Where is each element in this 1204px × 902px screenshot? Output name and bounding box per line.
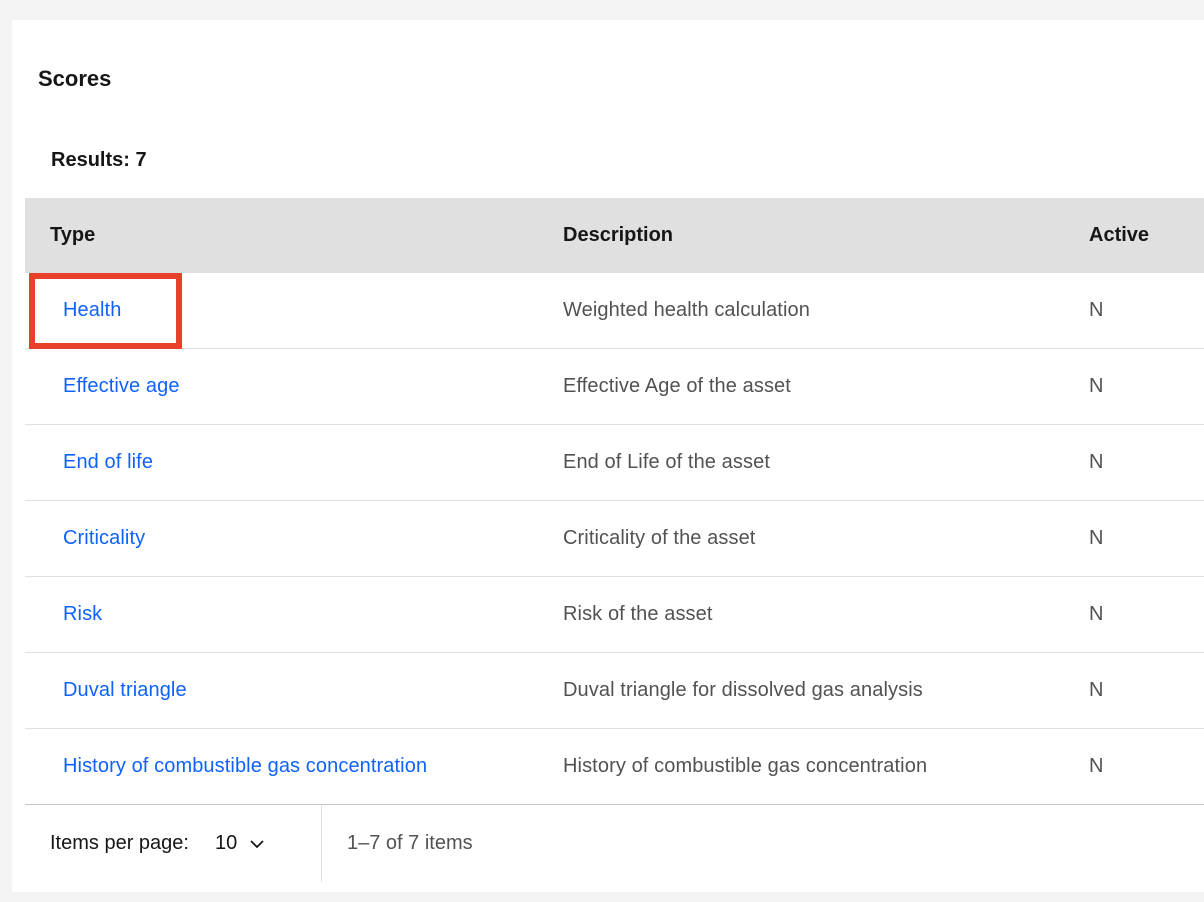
score-type-link-criticality[interactable]: Criticality xyxy=(63,527,145,549)
score-active: N xyxy=(1089,299,1104,321)
score-active: N xyxy=(1089,603,1104,625)
score-description: Criticality of the asset xyxy=(563,527,756,549)
score-description: Weighted health calculation xyxy=(563,299,810,321)
score-description: Duval triangle for dissolved gas analysi… xyxy=(563,679,923,701)
column-header-active[interactable]: Active xyxy=(1076,224,1204,247)
table-row: Risk Risk of the asset N xyxy=(25,577,1204,653)
score-active: N xyxy=(1089,755,1104,777)
chevron-down-icon[interactable] xyxy=(249,839,265,849)
items-per-page-section: Items per page: 10 xyxy=(25,805,322,882)
score-description: Risk of the asset xyxy=(563,603,713,625)
score-type-link-effective-age[interactable]: Effective age xyxy=(63,375,180,397)
score-description: Effective Age of the asset xyxy=(563,375,791,397)
score-type-link-health[interactable]: Health xyxy=(63,299,121,321)
table-row: End of life End of Life of the asset N xyxy=(25,425,1204,501)
score-active: N xyxy=(1089,451,1104,473)
score-type-link-risk[interactable]: Risk xyxy=(63,603,102,625)
table-row: Criticality Criticality of the asset N xyxy=(25,501,1204,577)
column-header-type[interactable]: Type xyxy=(25,224,550,247)
score-active: N xyxy=(1089,679,1104,701)
items-per-page-label: Items per page: xyxy=(50,832,189,854)
score-description: End of Life of the asset xyxy=(563,451,770,473)
score-type-link-combustible-gas-history[interactable]: History of combustible gas concentration xyxy=(63,755,427,777)
column-header-description[interactable]: Description xyxy=(550,224,1076,247)
table-row: Effective age Effective Age of the asset… xyxy=(25,349,1204,425)
pagination-range: 1–7 of 7 items xyxy=(347,832,473,854)
table-row: Health Weighted health calculation N xyxy=(25,273,1204,349)
table-header: Type Description Active xyxy=(25,198,1204,273)
table-row: Duval triangle Duval triangle for dissol… xyxy=(25,653,1204,729)
score-active: N xyxy=(1089,527,1104,549)
panel-title: Scores xyxy=(38,66,112,91)
score-type-link-end-of-life[interactable]: End of life xyxy=(63,451,153,473)
pagination-bar: Items per page: 10 1–7 of 7 items xyxy=(25,804,1204,882)
scores-table: Type Description Active Health Weighted … xyxy=(25,198,1204,805)
score-type-link-duval-triangle[interactable]: Duval triangle xyxy=(63,679,187,701)
score-active: N xyxy=(1089,375,1104,397)
score-description: History of combustible gas concentration xyxy=(563,755,928,777)
scores-panel: Scores Results: 7 Type Description Activ… xyxy=(12,20,1204,892)
items-per-page-select[interactable]: 10 xyxy=(215,832,265,855)
items-per-page-value[interactable]: 10 xyxy=(215,832,237,855)
results-count: Results: 7 xyxy=(51,149,147,171)
table-row: History of combustible gas concentration… xyxy=(25,729,1204,805)
